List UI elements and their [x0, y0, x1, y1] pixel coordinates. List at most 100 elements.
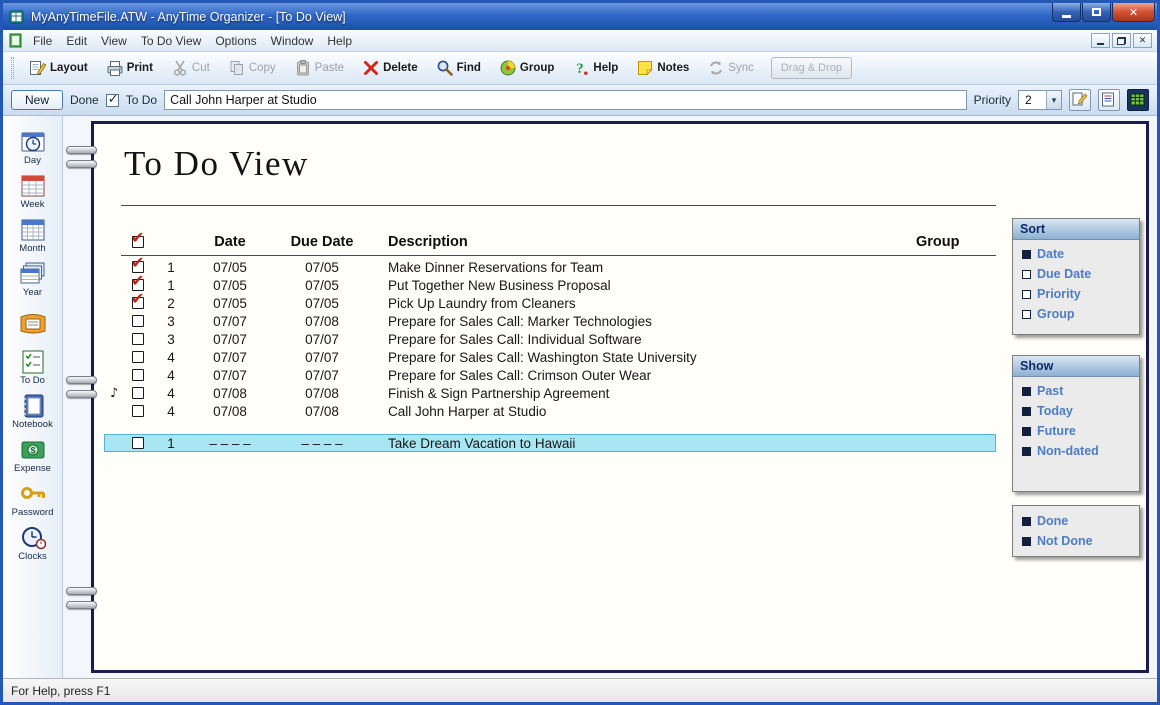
delete-button[interactable]: Delete: [355, 55, 425, 81]
close-button[interactable]: ✕: [1112, 3, 1155, 22]
todo-row[interactable]: 4 07/08 07/08 Finish & Sign Partnership …: [104, 384, 996, 402]
sync-button[interactable]: Sync: [700, 55, 761, 81]
todo-row[interactable]: 4 07/07 07/07 Prepare for Sales Call: Wa…: [104, 348, 996, 366]
todo-description[interactable]: Finish & Sign Partnership Agreement: [368, 386, 916, 401]
menu-window[interactable]: Window: [264, 31, 321, 51]
menu-help[interactable]: Help: [320, 31, 359, 51]
todo-row[interactable]: 3 07/07 07/08 Prepare for Sales Call: Ma…: [104, 312, 996, 330]
todo-description[interactable]: Put Together New Business Proposal: [368, 278, 916, 293]
todo-row[interactable]: 4 07/08 07/08 Call John Harper at Studio: [104, 402, 996, 420]
help-button[interactable]: ? Help: [565, 55, 625, 81]
menu-options[interactable]: Options: [208, 31, 263, 51]
new-button[interactable]: New: [11, 90, 63, 110]
paste-button[interactable]: Paste: [287, 55, 351, 81]
menu-todo-view[interactable]: To Do View: [134, 31, 208, 51]
notes-button[interactable]: Notes: [629, 55, 696, 81]
todo-row[interactable]: 1 – – – – – – – – Take Dream Vacation to…: [104, 434, 996, 452]
sort-option[interactable]: Priority: [1013, 284, 1139, 304]
show-option[interactable]: Future: [1013, 421, 1139, 441]
description-column-header[interactable]: Description: [368, 234, 916, 250]
mdi-restore-button[interactable]: [1112, 33, 1131, 48]
sidebar-item-month[interactable]: Month: [3, 213, 62, 257]
todo-date: 07/07: [184, 368, 276, 383]
layout-button[interactable]: Layout: [22, 55, 95, 81]
todo-checkbox[interactable]: [132, 437, 144, 449]
find-button[interactable]: Find: [429, 55, 488, 81]
sidebar-item-label: Week: [20, 199, 44, 210]
edit-page-icon-button[interactable]: [1069, 89, 1091, 111]
toolbar-grip[interactable]: [11, 57, 14, 79]
sidebar-item-label: Clocks: [18, 551, 47, 562]
sidebar-item-password[interactable]: Password: [3, 477, 62, 521]
todo-done-checkbox[interactable]: [106, 94, 119, 107]
todo-row[interactable]: 4 07/07 07/07 Prepare for Sales Call: Cr…: [104, 366, 996, 384]
todo-description[interactable]: Prepare for Sales Call: Individual Softw…: [368, 332, 916, 347]
todo-checkbox[interactable]: [132, 297, 144, 309]
table-header: Date Due Date Description Group: [104, 231, 996, 253]
sidebar-item-clocks[interactable]: Clocks: [3, 521, 62, 565]
notes-page-icon-button[interactable]: [1098, 89, 1120, 111]
sidebar-item-year[interactable]: Year: [3, 257, 62, 301]
option-label: Non-dated: [1037, 444, 1099, 458]
todo-checkbox[interactable]: [132, 369, 144, 381]
todo-description[interactable]: Call John Harper at Studio: [368, 404, 916, 419]
sidebar-item-notebook[interactable]: Notebook: [3, 389, 62, 433]
menu-view[interactable]: View: [94, 31, 134, 51]
show-option[interactable]: Non-dated: [1013, 441, 1139, 461]
copy-button[interactable]: Copy: [221, 55, 283, 81]
group-button[interactable]: Group: [492, 55, 562, 81]
todo-row[interactable]: 3 07/07 07/07 Prepare for Sales Call: In…: [104, 330, 996, 348]
sidebar-item-address[interactable]: [3, 301, 62, 345]
date-column-header[interactable]: Date: [184, 234, 276, 250]
todo-checkbox[interactable]: [132, 333, 144, 345]
mdi-close-button[interactable]: ✕: [1133, 33, 1152, 48]
group-column-header[interactable]: Group: [916, 234, 996, 250]
todo-description[interactable]: Prepare for Sales Call: Washington State…: [368, 350, 916, 365]
todo-description[interactable]: Prepare for Sales Call: Marker Technolog…: [368, 314, 916, 329]
mdi-minimize-icon: [1097, 43, 1104, 45]
maximize-button[interactable]: [1082, 3, 1111, 22]
sort-option[interactable]: Group: [1013, 304, 1139, 324]
drag-drop-button[interactable]: Drag & Drop: [771, 57, 852, 79]
minimize-button[interactable]: [1052, 3, 1081, 22]
todo-checkbox[interactable]: [132, 351, 144, 363]
password-icon: [18, 481, 48, 507]
done-filter-option[interactable]: Done: [1013, 511, 1139, 531]
todo-row[interactable]: 1 07/05 07/05 Make Dinner Reservations f…: [104, 258, 996, 276]
todo-priority: 3: [158, 314, 184, 329]
todo-description[interactable]: Pick Up Laundry from Cleaners: [368, 296, 916, 311]
print-button[interactable]: Print: [99, 55, 160, 81]
sidebar-item-day[interactable]: Day: [3, 125, 62, 169]
sidebar-item-week[interactable]: Week: [3, 169, 62, 213]
todo-description[interactable]: Prepare for Sales Call: Crimson Outer We…: [368, 368, 916, 383]
todo-checkbox[interactable]: [132, 315, 144, 327]
todo-entry-input[interactable]: [164, 90, 967, 110]
cut-button[interactable]: Cut: [164, 55, 217, 81]
mdi-close-icon: ✕: [1139, 35, 1147, 46]
todo-row[interactable]: 1 07/05 07/05 Put Together New Business …: [104, 276, 996, 294]
done-column-header[interactable]: [132, 236, 158, 248]
sort-option[interactable]: Date: [1013, 244, 1139, 264]
todo-checkbox[interactable]: [132, 405, 144, 417]
todo-row[interactable]: 2 07/05 07/05 Pick Up Laundry from Clean…: [104, 294, 996, 312]
show-option[interactable]: Past: [1013, 381, 1139, 401]
menu-file[interactable]: File: [26, 31, 59, 51]
clocks-icon: [18, 525, 48, 551]
todo-checkbox[interactable]: [132, 387, 144, 399]
priority-dropdown[interactable]: 2 ▾: [1018, 90, 1062, 110]
mdi-minimize-button[interactable]: [1091, 33, 1110, 48]
sort-option[interactable]: Due Date: [1013, 264, 1139, 284]
due-date-column-header[interactable]: Due Date: [276, 234, 368, 250]
done-filter-option[interactable]: Not Done: [1013, 531, 1139, 551]
grid-view-icon-button[interactable]: [1127, 89, 1149, 111]
sidebar-item-expense[interactable]: $ Expense: [3, 433, 62, 477]
todo-description[interactable]: Take Dream Vacation to Hawaii: [368, 436, 916, 451]
title-bar[interactable]: MyAnyTimeFile.ATW - AnyTime Organizer - …: [3, 3, 1157, 30]
todo-description[interactable]: Make Dinner Reservations for Team: [368, 260, 916, 275]
sidebar-item-todo[interactable]: To Do: [3, 345, 62, 389]
chevron-down-icon[interactable]: ▾: [1046, 91, 1061, 109]
app-window: MyAnyTimeFile.ATW - AnyTime Organizer - …: [0, 0, 1160, 705]
menu-edit[interactable]: Edit: [59, 31, 94, 51]
show-option[interactable]: Today: [1013, 401, 1139, 421]
document-system-icon[interactable]: [8, 33, 23, 48]
